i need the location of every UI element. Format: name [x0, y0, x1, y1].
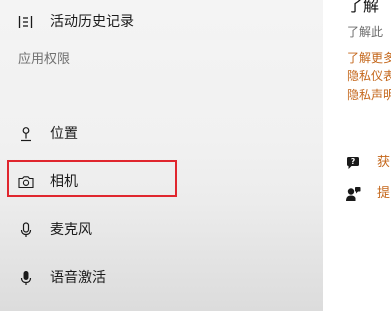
- section-header-app-permissions: 应用权限: [18, 52, 71, 67]
- location-icon: [18, 126, 34, 142]
- sidebar-item-microphone[interactable]: 麦克风: [0, 210, 323, 250]
- sidebar-item-label: 语音激活: [50, 270, 106, 286]
- microphone-icon: [18, 222, 34, 238]
- sidebar-item-activity-history[interactable]: 活动历史记录: [0, 2, 323, 42]
- learn-more-link[interactable]: 了解更多: [347, 50, 391, 66]
- privacy-statement-link[interactable]: 隐私声明: [347, 87, 391, 103]
- get-help-link[interactable]: ? 获: [345, 154, 390, 172]
- privacy-dashboard-link[interactable]: 隐私仪表: [347, 68, 391, 84]
- sidebar-item-label: 麦克风: [50, 222, 92, 238]
- sidebar-item-camera[interactable]: 相机: [0, 162, 323, 202]
- give-feedback-link[interactable]: 提: [345, 185, 390, 203]
- sidebar-item-voice-activation[interactable]: 语音激活: [0, 258, 323, 298]
- sidebar-item-label: 位置: [50, 126, 78, 142]
- activity-history-icon: [18, 14, 34, 30]
- sidebar-item-label: 活动历史记录: [50, 14, 134, 30]
- voice-activation-icon: [18, 270, 34, 286]
- settings-sidebar: 活动历史记录 应用权限 位置 相机 麦克风 语音激活: [0, 0, 323, 311]
- camera-icon: [18, 174, 34, 190]
- content-heading: 了解: [347, 0, 380, 15]
- get-help-icon: ?: [345, 155, 361, 171]
- give-feedback-label: 提: [377, 186, 391, 201]
- get-help-label: 获: [377, 155, 391, 170]
- content-subtext: 了解此: [347, 25, 384, 39]
- sidebar-item-location[interactable]: 位置: [0, 114, 323, 154]
- svg-text:?: ?: [351, 157, 355, 166]
- content-pane: 了解 了解此 了解更多 隐私仪表 隐私声明 ? 获 提: [323, 0, 391, 311]
- give-feedback-icon: [345, 186, 361, 202]
- sidebar-item-label: 相机: [50, 174, 78, 190]
